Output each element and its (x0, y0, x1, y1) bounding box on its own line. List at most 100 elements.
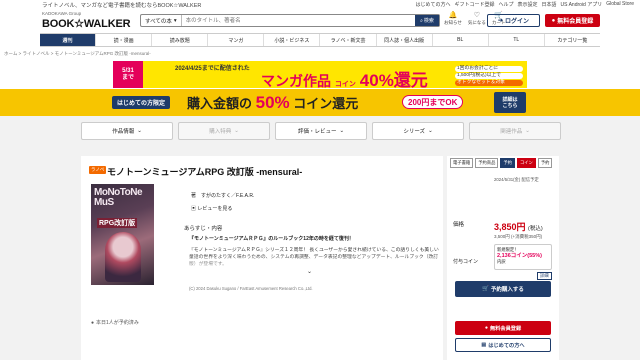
tab-purchase-bonus[interactable]: 購入特典 ⌄ (178, 122, 270, 140)
reading-note: 本日1人が予約済み (96, 320, 139, 326)
link-first-time[interactable]: はじめての方へ (415, 1, 450, 8)
expand-synopsis-button[interactable]: ⌄ (307, 268, 312, 275)
link-global-store[interactable]: Global Store (606, 1, 634, 8)
nav-item-weekly[interactable]: 週刊 (40, 34, 97, 46)
site-header: KADOKAWA Group BOOK☆WALKER すべての本 ▾ ⌕ 検索 … (0, 9, 640, 33)
genre-badge: ラノベ (89, 166, 107, 174)
notice-button[interactable]: 🔔 お知らせ (444, 12, 462, 26)
category-nav: 週刊 読・漫画 読み放題 マンガ 小説・ビジネス ラノベ・新文芸 同人誌・個人出… (40, 33, 600, 47)
review-link[interactable]: ▣ レビューを見る (191, 205, 232, 212)
link-help[interactable]: ヘルプ (498, 1, 513, 8)
tab-reviews[interactable]: 評価・レビュー ⌄ (275, 122, 367, 140)
search-button[interactable]: ⌕ 検索 (415, 15, 439, 26)
book-icon: ▤ (481, 342, 487, 348)
chevron-down-icon: ⌄ (428, 128, 433, 134)
register-label: 無料会員登録 (557, 19, 594, 25)
tag-coin: コイン (516, 158, 536, 168)
first-time-percent: 50% (255, 93, 290, 112)
bell-icon: 🔔 (448, 12, 458, 19)
utility-links: はじめての方へ ギフトコード登録 ヘルプ 表示設定 日本語 US Android… (415, 1, 634, 8)
campaign-detail-1: 1回のお会計ごとに (455, 66, 523, 72)
search-bar: すべての本 ▾ ⌕ 検索 (140, 14, 440, 27)
link-app[interactable]: US Android アプリ (561, 1, 603, 8)
first-time-guide-button[interactable]: ▤ はじめての方へ (455, 338, 551, 352)
campaign-condition: 2024/4/25までに配信された (175, 66, 250, 72)
author-link[interactable]: すがのたすく／F.E.A.R. (201, 192, 254, 199)
comment-icon: ▣ (191, 206, 197, 212)
register-button-panel[interactable]: ● 無料会員登録 (455, 321, 551, 335)
search-button-label: 検索 (423, 18, 434, 24)
review-link-label: レビューを見る (197, 206, 233, 212)
register-button[interactable]: ● 無料会員登録 (545, 14, 600, 27)
link-display-settings[interactable]: 表示設定 (517, 1, 537, 8)
campaign-detail-3: オトクなセット＆対象 (455, 80, 523, 86)
campaign-coin-word: コイン (334, 81, 356, 88)
link-gift-code[interactable]: ギフトコード登録 (454, 1, 494, 8)
tag-preorder: 予約 (500, 158, 515, 168)
author-label: 著 (191, 193, 197, 199)
campaign-detail-2: 1,500円(税込)以上で (455, 73, 523, 79)
notice-label: お知らせ (444, 20, 462, 25)
author-row: 著 すがのたすく／F.E.A.R. (191, 192, 254, 199)
nav-item-read-manga[interactable]: 読・漫画 (96, 34, 153, 46)
tab-series-label: シリーズ (403, 129, 426, 135)
nav-item-category-list[interactable]: カテゴリ一覧 (545, 34, 600, 46)
first-time-headline: 購入金額の 50% コイン還元 (187, 93, 358, 113)
tab-reviews-label: 評価・レビュー (297, 129, 337, 135)
link-language[interactable]: 日本語 (542, 1, 557, 8)
nav-item-bl[interactable]: BL (433, 34, 489, 46)
campaign-banner-manga[interactable]: 5/31 まで 2024/4/25までに配信された マンガ作品 コイン 40%還… (113, 61, 527, 88)
release-date: 2024/5/31(金) 配信予定 (494, 177, 539, 182)
tab-series[interactable]: シリーズ ⌄ (372, 122, 464, 140)
login-label: ログイン (505, 19, 530, 25)
nav-item-tl[interactable]: TL (489, 34, 545, 46)
nav-item-novel-business[interactable]: 小説・ビジネス (264, 34, 321, 46)
tag-ebook: 電子書籍 (450, 158, 474, 168)
search-scope-select[interactable]: すべての本 ▾ (141, 15, 182, 26)
price-amount: 3,850円 (494, 222, 526, 232)
copyright-notice: (C) 2024 Dasuku Sugano / FarEast Amuseme… (189, 286, 313, 291)
campaign-target: マンガ作品 (261, 73, 331, 88)
site-tagline: ライトノベル、マンガなど電子書籍を読むならBOOK☆WALKER (42, 3, 202, 9)
section-tabs: 作品情報 ⌄ 購入特典 ⌄ 評価・レビュー ⌄ シリーズ ⌄ 関連作品 ⌄ (0, 116, 640, 148)
first-time-banner-inner: はじめての方限定 購入金額の 50% コイン還元 200円までOK 詳細は こち… (112, 92, 528, 114)
preorder-button[interactable]: 🛒 予約購入する (455, 281, 551, 297)
nav-item-doujin[interactable]: 同人誌・個人出版 (377, 34, 433, 46)
nav-item-light-novel[interactable]: ラノベ・新文芸 (320, 34, 377, 46)
price-label: 価格 (453, 222, 465, 228)
nav-item-manga[interactable]: マンガ (208, 34, 265, 46)
tab-work-info[interactable]: 作品情報 ⌄ (81, 122, 173, 140)
coin-note[interactable]: 内訳 (497, 259, 549, 265)
chevron-down-icon: ⌄ (234, 128, 239, 134)
wishlist-label: 気になる (467, 20, 486, 25)
login-button[interactable]: ➔ ログイン (487, 14, 540, 27)
synopsis-lead: 『モノトーンミュージアムＲＰＧ』のルールブック12年の時を経て復刊！ (189, 236, 354, 242)
synopsis-heading: あらすじ・内容 (184, 226, 223, 232)
price-breakdown: 3,500円 (+消費税350円) (494, 234, 543, 239)
coin-help-button[interactable]: 詳細 (537, 272, 552, 280)
chevron-down-icon: ⌄ (525, 128, 530, 134)
search-input[interactable] (181, 15, 415, 26)
guide-label: はじめての方へ (488, 342, 525, 349)
breadcrumb[interactable]: ホーム > ライトノベル > モノトーンミュージアムRPG 改訂版 -mensu… (4, 51, 151, 57)
tag-reserve: 予約 (537, 158, 553, 168)
first-time-detail-button[interactable]: 詳細は こちら (494, 92, 526, 113)
purchase-panel: 電子書籍 予約商品 予約 コイン 予約 2024/5/31(金) 配信予定 価格… (447, 156, 559, 360)
user-icon: ● (551, 17, 556, 24)
first-time-text-2: コイン還元 (293, 96, 359, 111)
tab-related[interactable]: 関連作品 ⌄ (469, 122, 561, 140)
register-panel-label: 無料会員登録 (490, 325, 522, 332)
user-icon: ● (484, 325, 488, 331)
tab-related-label: 関連作品 (500, 129, 523, 135)
site-logo[interactable]: BOOK☆WALKER (42, 17, 131, 30)
first-time-banner[interactable]: はじめての方限定 購入金額の 50% コイン還元 200円までOK 詳細は こち… (0, 89, 640, 116)
chevron-down-icon: ▾ (173, 17, 177, 24)
nav-item-unlimited[interactable]: 読み放題 (152, 34, 209, 46)
coin-reward-box: 新規限定！ 2,136コイン(55%) 内訳 (494, 244, 552, 270)
wishlist-button[interactable]: ♡ 気になる (468, 12, 486, 26)
book-title: モノトーンミュージアムRPG 改訂版 -mensural- (107, 167, 303, 177)
coin-label: 付与コイン (453, 259, 479, 265)
book-cover[interactable]: MoNoToNe MuS RPG改訂版 (91, 184, 154, 285)
deadline-suffix: まで (121, 74, 134, 81)
tab-purchase-bonus-label: 購入特典 (209, 129, 232, 135)
